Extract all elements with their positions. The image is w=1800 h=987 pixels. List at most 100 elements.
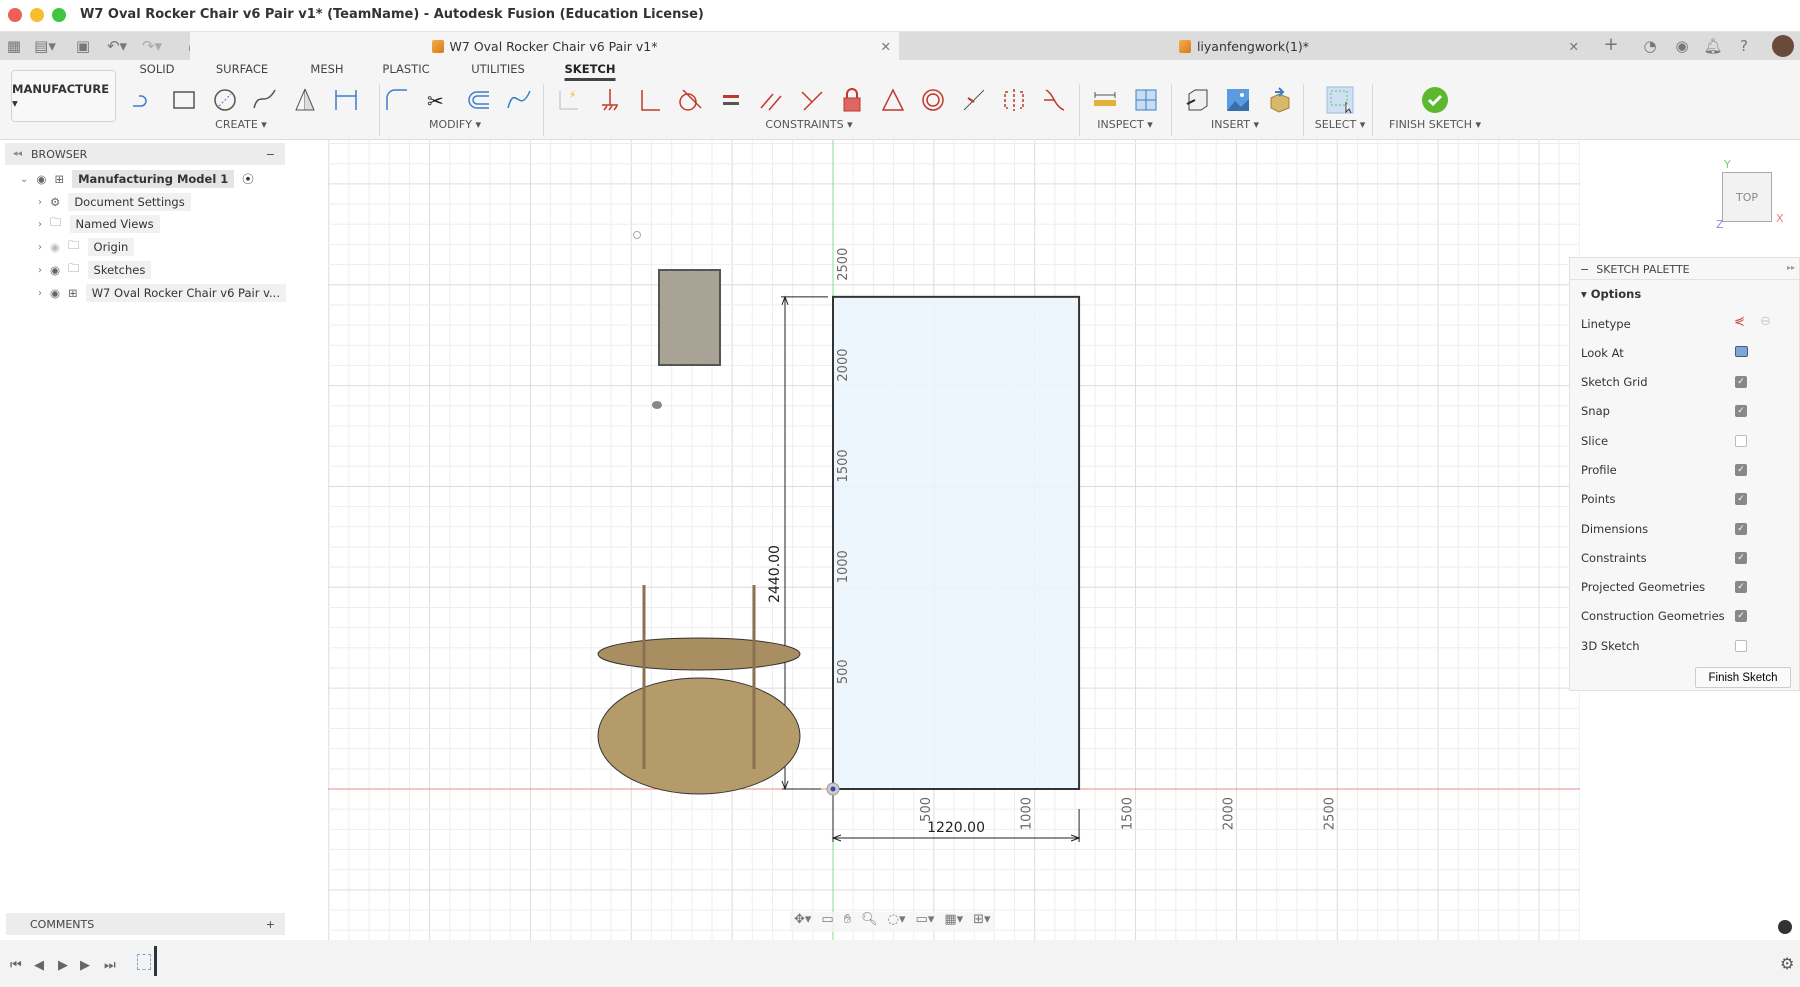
- canvas-drawing[interactable]: 500 1000 1500 2000 2500 500 1000 1500 2000 2500 24…: [328, 140, 1580, 940]
- construction-geometries-checkbox[interactable]: ✓: [1735, 610, 1747, 623]
- equal-tool-button[interactable]: [715, 86, 747, 114]
- perpendicular-tool-button[interactable]: [796, 86, 828, 114]
- chair-seat-oval[interactable]: [597, 677, 801, 795]
- help-icon[interactable]: ?: [1733, 37, 1755, 55]
- go-to-start-icon[interactable]: ⏮: [10, 958, 22, 973]
- browser-item[interactable]: › ◉ 🗀 Origin: [38, 237, 135, 257]
- undo-icon[interactable]: ↶▾: [106, 37, 128, 55]
- chat-icon[interactable]: [1778, 920, 1792, 934]
- tab-solid[interactable]: SOLID: [139, 60, 174, 76]
- concentric-tool-button[interactable]: [917, 86, 949, 114]
- fit-icon[interactable]: ◌▾: [888, 912, 906, 932]
- tangent-tool-button[interactable]: [673, 86, 705, 114]
- notifications-icon[interactable]: 🔔︎: [1702, 37, 1724, 55]
- triangle-tool-button[interactable]: [877, 86, 909, 114]
- browser-item[interactable]: ⌄ ◉ ⊞ Manufacturing Model 1 ⦿: [20, 169, 254, 189]
- chevron-right-icon[interactable]: ›: [38, 197, 42, 208]
- pan-icon[interactable]: ✋︎: [844, 912, 851, 932]
- view-cube[interactable]: TOP: [1722, 172, 1772, 222]
- chevron-right-icon[interactable]: ›: [38, 242, 42, 253]
- visibility-eye-icon[interactable]: ◉: [50, 286, 60, 300]
- symmetry-tool-button[interactable]: [998, 86, 1030, 114]
- collapse-icon[interactable]: −: [1580, 263, 1589, 276]
- timeline-marker[interactable]: [154, 946, 157, 976]
- minimize-window-button[interactable]: [30, 8, 44, 22]
- add-comment-icon[interactable]: +: [266, 918, 275, 931]
- file-menu-icon[interactable]: ▤▾: [34, 37, 56, 55]
- sketch-grid-checkbox[interactable]: ✓: [1735, 376, 1747, 388]
- chair-back-oval[interactable]: [597, 637, 801, 671]
- group-constraints-dropdown[interactable]: CONSTRAINTS ▾: [765, 118, 852, 131]
- select-tool-button[interactable]: [1324, 86, 1356, 114]
- coincident-tool-button[interactable]: [634, 86, 666, 114]
- group-create-dropdown[interactable]: CREATE ▾: [215, 118, 267, 131]
- close-tab-icon[interactable]: ✕: [881, 39, 891, 54]
- tab-utilities[interactable]: UTILITIES: [471, 60, 525, 76]
- rectangle-tool-button[interactable]: [168, 86, 200, 114]
- auto-constrain-tool-button[interactable]: ⚡: [553, 86, 585, 114]
- collapse-panel-icon[interactable]: ◂◂: [13, 149, 22, 159]
- avatar[interactable]: [1772, 35, 1794, 57]
- view-cube-face-top[interactable]: TOP: [1736, 191, 1758, 204]
- finish-sketch-button[interactable]: Finish Sketch: [1695, 667, 1791, 688]
- chevron-right-icon[interactable]: ›: [38, 265, 42, 276]
- play-icon[interactable]: ▶: [58, 958, 68, 973]
- trim-tool-button[interactable]: ✂: [422, 86, 454, 114]
- group-insert-dropdown[interactable]: INSERT ▾: [1211, 118, 1259, 131]
- group-finish-dropdown[interactable]: FINISH SKETCH ▾: [1389, 118, 1481, 131]
- snap-checkbox[interactable]: ✓: [1735, 405, 1747, 418]
- grid-settings-icon[interactable]: ▦▾: [944, 912, 963, 932]
- midpoint-tool-button[interactable]: [958, 86, 990, 114]
- sketch-point[interactable]: [633, 231, 641, 239]
- chevron-right-icon[interactable]: ›: [38, 288, 42, 299]
- insert-mesh-tool-button[interactable]: [1263, 86, 1295, 114]
- hidden-eye-icon[interactable]: ◉: [50, 240, 60, 254]
- measure-tool-button[interactable]: [1089, 86, 1121, 114]
- profile-checkbox[interactable]: ✓: [1735, 463, 1747, 476]
- browser-item[interactable]: › ◉ 🗀 Sketches: [38, 260, 152, 280]
- interference-tool-button[interactable]: [1130, 86, 1162, 114]
- settings-gear-icon[interactable]: ⚙: [1780, 954, 1794, 973]
- look-at-icon[interactable]: [1735, 346, 1748, 357]
- ground-tool-button[interactable]: [594, 86, 626, 114]
- tab-surface[interactable]: SURFACE: [216, 60, 268, 76]
- spline-tool-button[interactable]: [249, 86, 281, 114]
- browser-item[interactable]: › 🗀 Named Views: [38, 214, 160, 234]
- workspace-switcher[interactable]: MANUFACTURE ▾: [11, 70, 116, 122]
- activate-radio-icon[interactable]: ⦿: [242, 171, 254, 187]
- group-inspect-dropdown[interactable]: INSPECT ▾: [1097, 118, 1152, 131]
- minimize-icon[interactable]: −: [266, 148, 275, 161]
- tab-plastic[interactable]: PLASTIC: [382, 60, 429, 76]
- curve-tool-button[interactable]: [503, 86, 535, 114]
- sketch-canvas[interactable]: 500 1000 1500 2000 2500 500 1000 1500 2000 2500 24…: [328, 140, 1580, 940]
- line-tool-button[interactable]: [127, 86, 159, 114]
- sketch-point[interactable]: [652, 401, 662, 409]
- centerline-linetype-icon[interactable]: ⊖: [1760, 314, 1771, 329]
- group-select-dropdown[interactable]: SELECT ▾: [1315, 118, 1365, 131]
- tab-document-2[interactable]: liyanfengwork(1)* ✕: [899, 32, 1589, 60]
- projected-geometries-checkbox[interactable]: ✓: [1735, 581, 1747, 594]
- triangle-mirror-tool-button[interactable]: [289, 86, 321, 114]
- chevron-right-icon[interactable]: ›: [38, 219, 42, 230]
- parallel-tool-button[interactable]: [755, 86, 787, 114]
- curvature-tool-button[interactable]: [1038, 86, 1070, 114]
- close-window-button[interactable]: [8, 8, 22, 22]
- 3d-sketch-checkbox[interactable]: [1735, 639, 1747, 652]
- tab-sketch[interactable]: SKETCH: [564, 60, 616, 81]
- step-forward-icon[interactable]: ▶: [80, 958, 90, 973]
- viewports-icon[interactable]: ⊞▾: [973, 912, 990, 932]
- width-dimension-label[interactable]: 1220.00: [927, 820, 985, 836]
- slice-checkbox[interactable]: [1735, 434, 1747, 447]
- chair-leg[interactable]: [752, 585, 756, 769]
- go-to-end-icon[interactable]: ⏭: [104, 958, 116, 973]
- expand-icon[interactable]: ▸▸: [1787, 263, 1795, 272]
- app-grid-icon[interactable]: ▦: [3, 37, 25, 55]
- group-modify-dropdown[interactable]: MODIFY ▾: [429, 118, 481, 131]
- orbit-icon[interactable]: ✥▾: [794, 912, 811, 932]
- options-section[interactable]: ▾ Options: [1581, 287, 1641, 301]
- display-settings-icon[interactable]: ▭▾: [916, 912, 935, 932]
- circle-tool-button[interactable]: [209, 86, 241, 114]
- construction-linetype-icon[interactable]: ⋞: [1734, 314, 1745, 329]
- browser-item[interactable]: › ⚙ Document Settings: [38, 192, 191, 212]
- tab-document-1[interactable]: W7 Oval Rocker Chair v6 Pair v1* ✕: [190, 32, 899, 60]
